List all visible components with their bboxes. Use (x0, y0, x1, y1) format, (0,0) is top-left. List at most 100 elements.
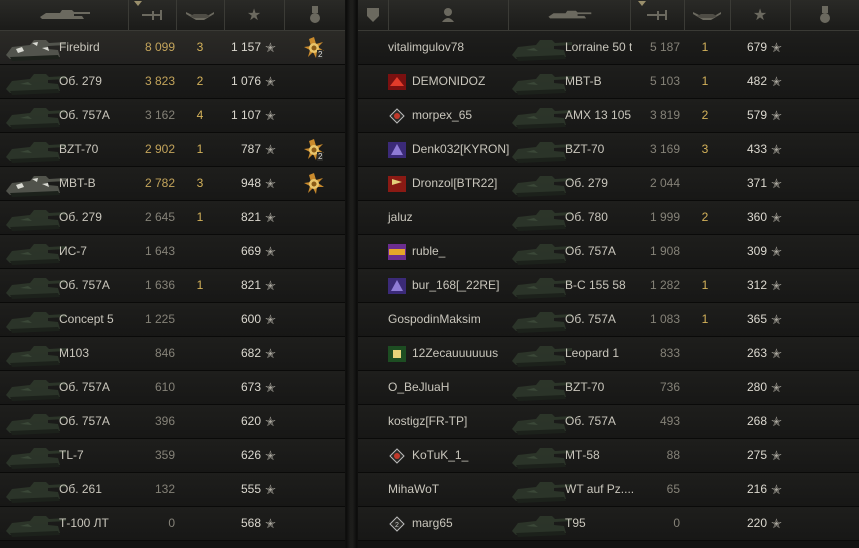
header-tank-column[interactable] (508, 0, 631, 30)
player-name[interactable]: kostigz[FR-TP] (388, 405, 467, 438)
score-value: 948 (240, 176, 261, 190)
battles-count: 2 902 (144, 142, 175, 156)
player-row[interactable]: 2 marg65 T95 0 220 ✭ (358, 507, 859, 541)
wins-count (690, 371, 720, 404)
score-value: 482 (746, 74, 767, 88)
player-name[interactable]: vitalimgulov78 (388, 31, 464, 64)
header-medal-column[interactable] (284, 0, 345, 30)
header-score-column[interactable]: ★ (730, 0, 791, 30)
player-row[interactable]: Denk032[KYRON] BZT-70 3 169 3 433 ✭ (358, 133, 859, 167)
wins-count (690, 507, 720, 540)
player-row[interactable]: Об. 757А 610 673 ✭ (0, 371, 345, 405)
wins-count: 3 (701, 142, 709, 156)
player-row[interactable]: TL-7 359 626 ✭ (0, 439, 345, 473)
player-row[interactable]: Об. 279 2 645 1 821 ✭ (0, 201, 345, 235)
player-row[interactable]: jaluz Об. 780 1 999 2 360 ✭ (358, 201, 859, 235)
tank-name: МТ-58 (565, 448, 600, 462)
player-name[interactable]: KoTuK_1_ (412, 439, 468, 472)
battles-count: 88 (666, 448, 680, 462)
wins-count (185, 507, 215, 540)
player-name[interactable]: O_BeJluaH (388, 371, 449, 404)
tank-name: Об. 757А (59, 278, 110, 292)
wins-count (690, 439, 720, 472)
score-value: 263 (746, 346, 767, 360)
player-row[interactable]: BZT-70 2 902 1 787 ✭ 2 (0, 133, 345, 167)
player-name[interactable]: marg65 (412, 507, 453, 540)
player-row[interactable]: vitalimgulov78 Lorraine 50 t5 187 1 679 ✭ (358, 31, 859, 65)
player-row[interactable]: Об. 757А 3 162 4 1 107 ✭ (0, 99, 345, 133)
header-wins-column[interactable] (684, 0, 731, 30)
player-row[interactable]: GospodinMaksim Об. 757А 1 083 1 365 ✭ (358, 303, 859, 337)
header-score-column[interactable]: ★ (224, 0, 285, 30)
wins-count: 1 (196, 210, 204, 224)
player-name[interactable]: GospodinMaksim (388, 303, 481, 336)
clan-emblem-icon[interactable] (388, 142, 406, 158)
player-row[interactable]: M103 846 682 ✭ (0, 337, 345, 371)
player-row[interactable]: Firebird 8 099 3 1 157 ✭ 2 (0, 31, 345, 65)
player-row[interactable]: Об. 757А 1 636 1 821 ✭ (0, 269, 345, 303)
header-battles-column[interactable] (128, 0, 177, 30)
player-row[interactable]: MBT-B 2 782 3 948 ✭ (0, 167, 345, 201)
left-header: ★ (0, 0, 345, 31)
clan-emblem-icon[interactable] (388, 278, 406, 294)
star-icon: ✭ (771, 210, 782, 225)
player-row[interactable]: Об. 261 132 555 ✭ (0, 473, 345, 507)
star-icon: ✭ (771, 244, 782, 259)
player-row[interactable]: 12Zecauuuuuus Leopard 1 833 263 ✭ (358, 337, 859, 371)
player-row[interactable]: Dronzol[BTR22] Об. 279 2 044 371 ✭ (358, 167, 859, 201)
battles-count: 3 819 (649, 108, 680, 122)
battles-count: 1 636 (144, 278, 175, 292)
battles-icon (142, 10, 162, 20)
player-name[interactable]: 12Zecauuuuuus (412, 337, 498, 370)
player-row[interactable]: Т-100 ЛТ 0 568 ✭ (0, 507, 345, 541)
header-player-column[interactable] (388, 0, 509, 30)
wins-count (690, 167, 720, 200)
player-name[interactable]: MihaWoT (388, 473, 439, 506)
clan-emblem-icon[interactable] (388, 346, 406, 362)
left-team-panel: ★ Firebird 8 099 3 1 157 ✭ 2 Об. 279 3 823 2 1 … (0, 0, 345, 548)
score-value: 268 (746, 414, 767, 428)
player-row[interactable]: bur_168[_22RE] В-С 155 58 1 282 1 312 ✭ (358, 269, 859, 303)
header-battles-column[interactable] (630, 0, 685, 30)
player-row[interactable]: morpex_65 AMX 13 105 3 819 2 579 ✭ (358, 99, 859, 133)
battles-icon (647, 10, 667, 20)
player-row[interactable]: ruble_ Об. 757А 1 908 309 ✭ (358, 235, 859, 269)
medal-icon (309, 6, 320, 23)
score-value: 568 (240, 516, 261, 530)
medal-count: 2 (317, 152, 324, 161)
clan-emblem-icon[interactable] (388, 108, 406, 124)
player-name[interactable]: DEMONIDOZ (412, 65, 485, 98)
player-row[interactable]: O_BeJluaH BZT-70 736 280 ✭ (358, 371, 859, 405)
player-row[interactable]: ИС-7 1 643 669 ✭ (0, 235, 345, 269)
header-clan-column[interactable] (358, 0, 389, 30)
player-row[interactable]: MihaWoT WT auf Pz.... 65 216 ✭ (358, 473, 859, 507)
header-tank-column[interactable] (0, 0, 129, 30)
tank-name: Об. 757А (59, 380, 110, 394)
player-name[interactable]: jaluz (388, 201, 413, 234)
right-team-panel: ★ vitalimgulov78 Lorraine 50 t5 187 1 679 ✭… (358, 0, 859, 548)
player-row[interactable]: KoTuK_1_ МТ-58 88 275 ✭ (358, 439, 859, 473)
clan-emblem-icon[interactable] (388, 74, 406, 90)
player-name[interactable]: ruble_ (412, 235, 445, 268)
player-name[interactable]: morpex_65 (412, 99, 472, 132)
player-row[interactable]: Об. 279 3 823 2 1 076 ✭ (0, 65, 345, 99)
header-medal-column[interactable] (790, 0, 859, 30)
star-icon: ✭ (771, 346, 782, 361)
header-wins-column[interactable] (176, 0, 225, 30)
medal-icon[interactable] (302, 172, 326, 196)
player-row[interactable]: kostigz[FR-TP] Об. 757А 493 268 ✭ (358, 405, 859, 439)
player-name[interactable]: Dronzol[BTR22] (412, 167, 497, 200)
wins-count: 1 (196, 142, 204, 156)
tank-name: Об. 261 (59, 482, 102, 496)
clan-emblem-icon[interactable] (388, 176, 406, 192)
player-row[interactable]: DEMONIDOZ MBT-B 5 103 1 482 ✭ (358, 65, 859, 99)
player-row[interactable]: Об. 757А 396 620 ✭ (0, 405, 345, 439)
score-value: 555 (240, 482, 261, 496)
player-name[interactable]: Denk032[KYRON] (412, 133, 509, 166)
player-name[interactable]: bur_168[_22RE] (412, 269, 499, 302)
clan-emblem-icon[interactable] (388, 448, 406, 464)
player-row[interactable]: Concept 5 1 225 600 ✭ (0, 303, 345, 337)
clan-emblem-icon[interactable]: 2 (388, 516, 406, 532)
wins-count: 2 (701, 210, 709, 224)
clan-emblem-icon[interactable] (388, 244, 406, 260)
